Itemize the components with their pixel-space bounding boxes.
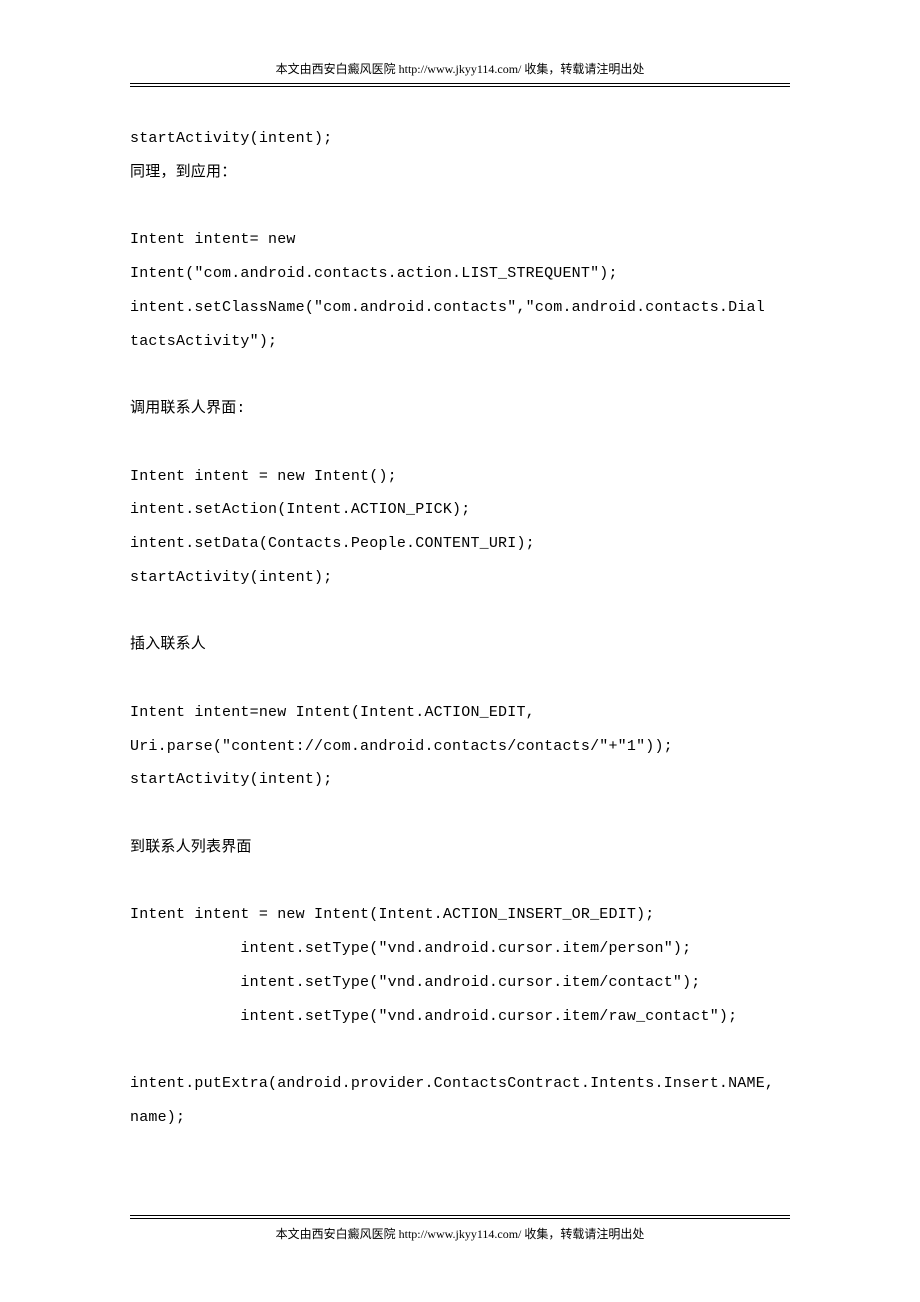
text-line: 到联系人列表界面: [130, 831, 790, 865]
header-link[interactable]: http://www.jkyy114.com/: [399, 62, 522, 76]
code-line: intent.setType("vnd.android.cursor.item/…: [130, 932, 790, 966]
blank-line: [130, 595, 790, 629]
code-line: intent.putExtra(android.provider.Contact…: [130, 1067, 790, 1101]
code-line: intent.setType("vnd.android.cursor.item/…: [130, 966, 790, 1000]
code-line: intent.setData(Contacts.People.CONTENT_U…: [130, 527, 790, 561]
code-line: Uri.parse("content://com.android.contact…: [130, 730, 790, 764]
text-line: 调用联系人界面:: [130, 392, 790, 426]
footer-suffix: 收集，转载请注明出处: [521, 1227, 644, 1241]
code-line: Intent intent = new Intent();: [130, 460, 790, 494]
code-line: Intent intent= new: [130, 223, 790, 257]
code-line: Intent intent=new Intent(Intent.ACTION_E…: [130, 696, 790, 730]
blank-line: [130, 797, 790, 831]
footer-link[interactable]: http://www.jkyy114.com/: [399, 1227, 522, 1241]
code-line: intent.setType("vnd.android.cursor.item/…: [130, 1000, 790, 1034]
blank-line: [130, 662, 790, 696]
code-line: startActivity(intent);: [130, 561, 790, 595]
code-line: startActivity(intent);: [130, 122, 790, 156]
page-footer: 本文由西安白癜风医院 http://www.jkyy114.com/ 收集，转载…: [130, 1218, 790, 1242]
code-line: Intent("com.android.contacts.action.LIST…: [130, 257, 790, 291]
blank-line: [130, 1033, 790, 1067]
header-prefix: 本文由西安白癜风医院: [276, 62, 399, 76]
blank-line: [130, 426, 790, 460]
page-header: 本文由西安白癜风医院 http://www.jkyy114.com/ 收集，转载…: [130, 60, 790, 84]
code-line: tactsActivity");: [130, 325, 790, 359]
text-line: 同理，到应用：: [130, 156, 790, 190]
blank-line: [130, 358, 790, 392]
code-line: name);: [130, 1101, 790, 1135]
text-line: 插入联系人: [130, 628, 790, 662]
header-suffix: 收集，转载请注明出处: [521, 62, 644, 76]
document-content: startActivity(intent); 同理，到应用： Intent in…: [130, 122, 790, 1135]
blank-line: [130, 190, 790, 224]
document-page: 本文由西安白癜风医院 http://www.jkyy114.com/ 收集，转载…: [0, 0, 920, 1302]
footer-prefix: 本文由西安白癜风医院: [276, 1227, 399, 1241]
code-line: Intent intent = new Intent(Intent.ACTION…: [130, 898, 790, 932]
code-line: intent.setAction(Intent.ACTION_PICK);: [130, 493, 790, 527]
code-line: intent.setClassName("com.android.contact…: [130, 291, 790, 325]
code-line: startActivity(intent);: [130, 763, 790, 797]
blank-line: [130, 865, 790, 899]
